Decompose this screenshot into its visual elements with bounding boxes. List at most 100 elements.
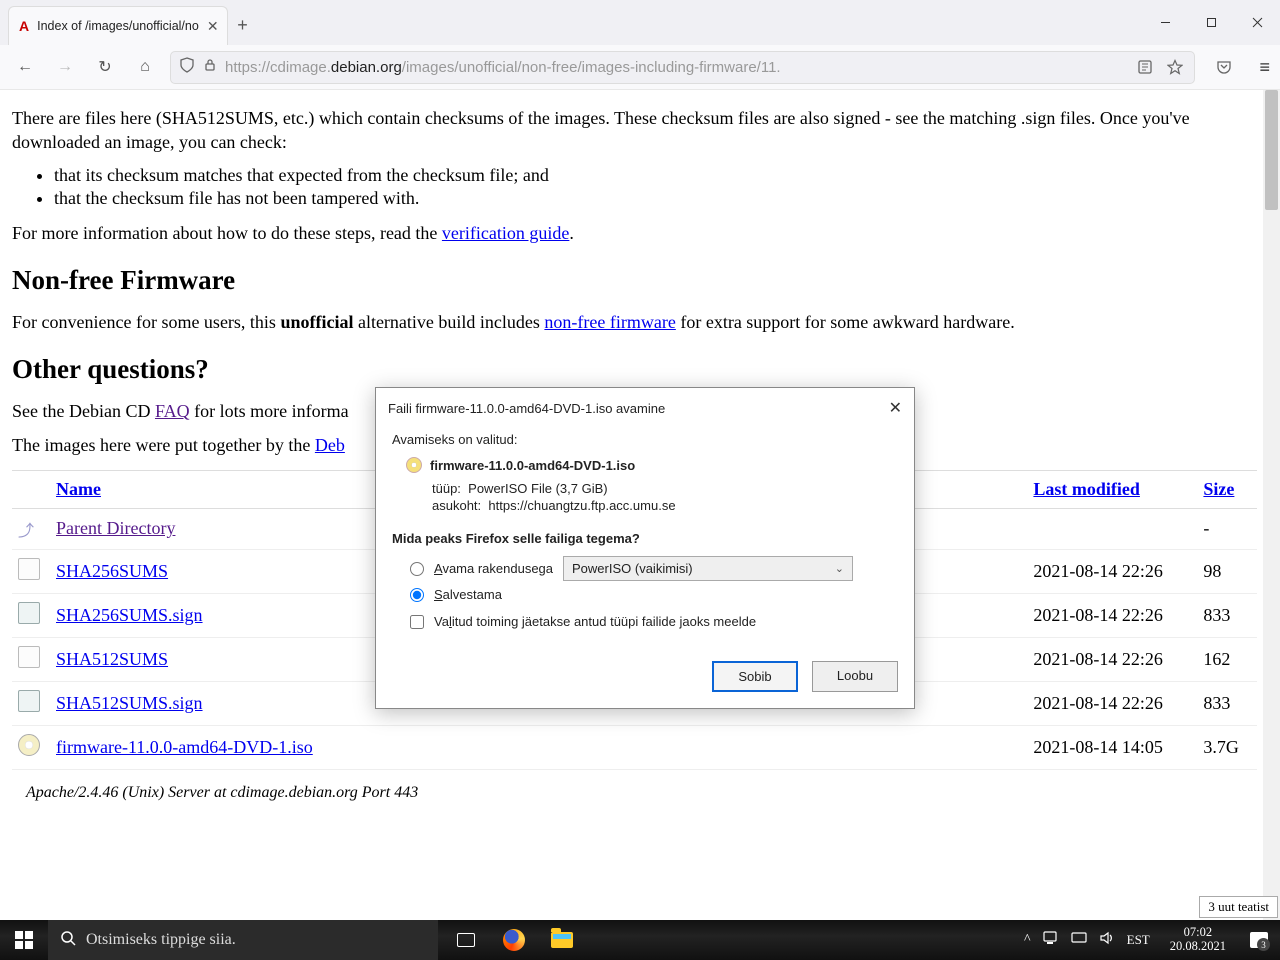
app-menu-button[interactable]: ≡ [1259, 57, 1270, 78]
file-link[interactable]: firmware-11.0.0-amd64-DVD-1.iso [56, 737, 313, 757]
server-signature: Apache/2.4.46 (Unix) Server at cdimage.d… [26, 784, 1270, 802]
tray-language-indicator[interactable]: EST [1127, 932, 1150, 948]
windows-taskbar: Otsimiseks tippige siia. ^ EST 07:02 20.… [0, 920, 1280, 960]
file-modified: 2021-08-14 22:26 [1027, 637, 1197, 681]
new-tab-button[interactable]: + [228, 6, 258, 45]
remember-choice-checkbox[interactable] [410, 615, 424, 629]
file-modified: 2021-08-14 22:26 [1027, 681, 1197, 725]
url-text: https://cdimage.debian.org/images/unoffi… [225, 59, 1126, 76]
file-modified: 2021-08-14 14:05 [1027, 725, 1197, 769]
list-item: that the checksum file has not been tamp… [54, 188, 1270, 209]
verification-guide-link[interactable]: verification guide [442, 223, 569, 243]
open-with-select[interactable]: PowerISO (vaikimisi) ⌄ [563, 556, 853, 581]
home-button[interactable]: ⌂ [130, 52, 160, 82]
faq-link[interactable]: FAQ [155, 401, 190, 421]
tab-title: Index of /images/unofficial/no [37, 19, 199, 33]
vertical-scrollbar[interactable] [1263, 90, 1280, 920]
paragraph: For more information about how to do the… [12, 221, 1270, 245]
reload-button[interactable]: ↻ [90, 52, 120, 82]
list-item: that its checksum matches that expected … [54, 165, 1270, 186]
remember-choice-label[interactable]: Valitud toiming jäetakse antud tüüpi fai… [434, 614, 756, 629]
heading: Non-free Firmware [12, 265, 1270, 296]
file-icon [18, 558, 40, 580]
paragraph: For convenience for some users, this uno… [12, 310, 1270, 334]
dialog-cancel-button[interactable]: Loobu [812, 661, 898, 692]
window-controls [1142, 0, 1280, 45]
tray-chevron-up-icon[interactable]: ^ [1024, 932, 1031, 948]
taskbar-search[interactable]: Otsimiseks tippige siia. [48, 920, 438, 960]
tab-close-icon[interactable]: ✕ [207, 18, 219, 35]
disc-icon [406, 457, 422, 473]
dialog-title: Faili firmware-11.0.0-amd64-DVD-1.iso av… [388, 401, 665, 416]
tray-volume-icon[interactable] [1099, 931, 1115, 950]
search-placeholder: Otsimiseks tippige siia. [86, 931, 236, 949]
search-icon [60, 930, 76, 951]
taskbar-clock[interactable]: 07:02 20.08.2021 [1162, 926, 1234, 954]
file-size: 833 [1197, 593, 1257, 637]
file-link[interactable]: Parent Directory [56, 518, 175, 538]
scrollbar-thumb[interactable] [1265, 90, 1278, 210]
dialog-filename: firmware-11.0.0-amd64-DVD-1.iso [430, 458, 635, 473]
signature-file-icon [18, 602, 40, 624]
dialog-question: Mida peaks Firefox selle failiga tegema? [392, 531, 898, 546]
file-location-value: https://chuangtzu.ftp.acc.umu.se [488, 498, 675, 513]
browser-tab[interactable]: A Index of /images/unofficial/no ✕ [8, 6, 228, 45]
dialog-subtitle: Avamiseks on valitud: [392, 432, 898, 447]
start-button[interactable] [0, 931, 48, 949]
task-view-button[interactable] [442, 920, 490, 960]
lock-icon[interactable] [203, 58, 217, 77]
dialog-close-icon[interactable]: ✕ [889, 398, 902, 418]
bookmark-star-icon[interactable] [1164, 56, 1186, 78]
tray-network-icon[interactable] [1043, 931, 1059, 950]
file-size: 833 [1197, 681, 1257, 725]
file-link[interactable]: SHA512SUMS.sign [56, 693, 203, 713]
back-button[interactable]: ← [10, 52, 40, 82]
non-free-firmware-link[interactable]: non-free firmware [544, 312, 675, 332]
open-with-radio[interactable] [410, 562, 424, 576]
address-bar[interactable]: https://cdimage.debian.org/images/unoffi… [170, 51, 1195, 84]
window-close-button[interactable] [1234, 0, 1280, 45]
file-size: 98 [1197, 549, 1257, 593]
table-row: firmware-11.0.0-amd64-DVD-1.iso 2021-08-1… [12, 725, 1257, 769]
action-center-button[interactable]: 3 [1246, 927, 1272, 953]
system-tray: ^ EST 07:02 20.08.2021 3 [1016, 926, 1280, 954]
shield-icon[interactable] [179, 57, 195, 78]
browser-toolbar: ← → ↻ ⌂ https://cdimage.debian.org/image… [0, 45, 1280, 90]
back-icon: ⤴ [18, 523, 34, 540]
signature-file-icon [18, 690, 40, 712]
taskbar-firefox[interactable] [490, 920, 538, 960]
tab-favicon: A [19, 18, 29, 34]
window-minimize-button[interactable] [1142, 0, 1188, 45]
sort-name-link[interactable]: Name [56, 479, 101, 499]
save-file-radio[interactable] [410, 588, 424, 602]
file-link[interactable]: SHA256SUMS.sign [56, 605, 203, 625]
tray-monitor-icon[interactable] [1071, 931, 1087, 950]
file-size: 162 [1197, 637, 1257, 681]
file-link[interactable]: SHA256SUMS [56, 561, 168, 581]
disc-icon [18, 734, 40, 756]
file-link[interactable]: SHA512SUMS [56, 649, 168, 669]
chevron-down-icon: ⌄ [835, 562, 844, 575]
browser-titlebar: A Index of /images/unofficial/no ✕ + [0, 0, 1280, 45]
taskbar-explorer[interactable] [538, 920, 586, 960]
notification-tooltip: 3 uut teatist [1199, 896, 1278, 918]
heading: Other questions? [12, 354, 1270, 385]
dialog-ok-button[interactable]: Sobib [712, 661, 798, 692]
forward-button[interactable]: → [50, 52, 80, 82]
file-type-value: PowerISO File (3,7 GiB) [468, 481, 607, 496]
window-maximize-button[interactable] [1188, 0, 1234, 45]
save-file-label[interactable]: Salvestama [434, 587, 502, 602]
debian-link[interactable]: Deb [315, 435, 345, 455]
paragraph: There are files here (SHA512SUMS, etc.) … [12, 106, 1270, 155]
reader-mode-icon[interactable] [1134, 56, 1156, 78]
sort-size-link[interactable]: Size [1203, 479, 1234, 499]
file-modified [1027, 508, 1197, 549]
download-dialog: Faili firmware-11.0.0-amd64-DVD-1.iso av… [375, 387, 915, 709]
file-size: - [1197, 508, 1257, 549]
pocket-icon[interactable] [1213, 56, 1235, 78]
file-modified: 2021-08-14 22:26 [1027, 593, 1197, 637]
file-icon [18, 646, 40, 668]
file-size: 3.7G [1197, 725, 1257, 769]
open-with-label[interactable]: Avama rakendusega [434, 561, 553, 576]
sort-modified-link[interactable]: Last modified [1033, 479, 1140, 499]
